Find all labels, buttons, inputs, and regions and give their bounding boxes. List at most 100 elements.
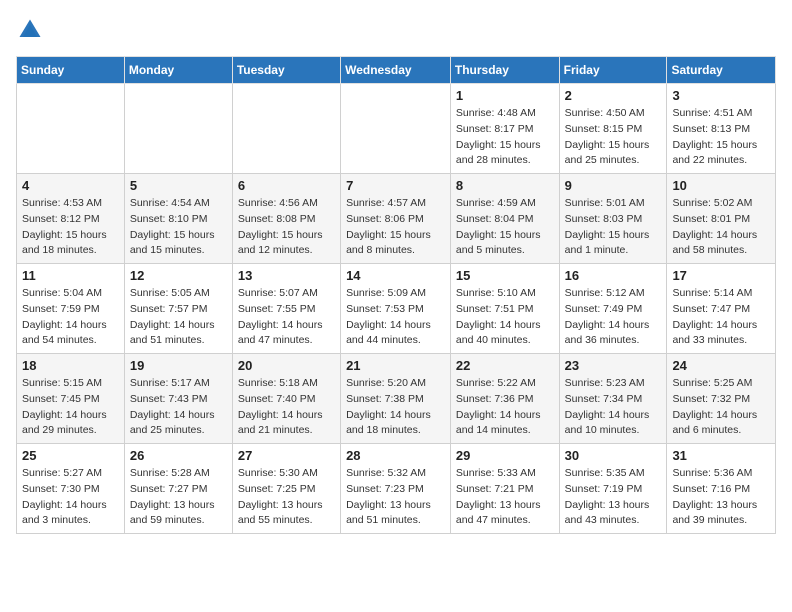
- day-detail: Sunrise: 5:27 AM Sunset: 7:30 PM Dayligh…: [22, 466, 119, 529]
- day-detail: Sunrise: 5:30 AM Sunset: 7:25 PM Dayligh…: [238, 466, 335, 529]
- calendar-cell: 4 Sunrise: 4:53 AM Sunset: 8:12 PM Daylig…: [17, 174, 125, 264]
- day-detail: Sunrise: 4:59 AM Sunset: 8:04 PM Dayligh…: [456, 196, 554, 259]
- calendar-cell: 15 Sunrise: 5:10 AM Sunset: 7:51 PM Dayli…: [450, 264, 559, 354]
- logo: [16, 16, 48, 44]
- day-header-friday: Friday: [559, 57, 667, 84]
- day-detail: Sunrise: 4:51 AM Sunset: 8:13 PM Dayligh…: [672, 106, 770, 169]
- week-row-4: 18 Sunrise: 5:15 AM Sunset: 7:45 PM Dayli…: [17, 354, 776, 444]
- calendar-cell: 6Sunrise: 4:56 AM Sunset: 8:08 PM Daylig…: [232, 174, 340, 264]
- calendar-cell: 9 Sunrise: 5:01 AM Sunset: 8:03 PM Daylig…: [559, 174, 667, 264]
- calendar-cell: 27 Sunrise: 5:30 AM Sunset: 7:25 PM Dayli…: [232, 444, 340, 534]
- day-detail: Sunrise: 5:35 AM Sunset: 7:19 PM Dayligh…: [565, 466, 662, 529]
- day-detail: Sunrise: 4:48 AM Sunset: 8:17 PM Dayligh…: [456, 106, 554, 169]
- day-detail: Sunrise: 5:10 AM Sunset: 7:51 PM Dayligh…: [456, 286, 554, 349]
- day-detail: Sunrise: 5:18 AM Sunset: 7:40 PM Dayligh…: [238, 376, 335, 439]
- calendar-cell: 5Sunrise: 4:54 AM Sunset: 8:10 PM Daylig…: [124, 174, 232, 264]
- calendar-cell: 21 Sunrise: 5:20 AM Sunset: 7:38 PM Dayli…: [341, 354, 451, 444]
- day-detail: Sunrise: 5:14 AM Sunset: 7:47 PM Dayligh…: [672, 286, 770, 349]
- week-row-2: 4 Sunrise: 4:53 AM Sunset: 8:12 PM Daylig…: [17, 174, 776, 264]
- calendar-cell: 3 Sunrise: 4:51 AM Sunset: 8:13 PM Daylig…: [667, 84, 776, 174]
- day-detail: Sunrise: 5:23 AM Sunset: 7:34 PM Dayligh…: [565, 376, 662, 439]
- calendar-cell: 23 Sunrise: 5:23 AM Sunset: 7:34 PM Dayli…: [559, 354, 667, 444]
- day-detail: Sunrise: 4:50 AM Sunset: 8:15 PM Dayligh…: [565, 106, 662, 169]
- calendar-cell: 10Sunrise: 5:02 AM Sunset: 8:01 PM Dayli…: [667, 174, 776, 264]
- logo-icon: [16, 16, 44, 44]
- day-detail: Sunrise: 5:12 AM Sunset: 7:49 PM Dayligh…: [565, 286, 662, 349]
- day-number: 23: [565, 358, 662, 373]
- calendar-cell: 30 Sunrise: 5:35 AM Sunset: 7:19 PM Dayli…: [559, 444, 667, 534]
- day-detail: Sunrise: 5:01 AM Sunset: 8:03 PM Dayligh…: [565, 196, 662, 259]
- calendar-cell: 17 Sunrise: 5:14 AM Sunset: 7:47 PM Dayli…: [667, 264, 776, 354]
- day-detail: Sunrise: 5:04 AM Sunset: 7:59 PM Dayligh…: [22, 286, 119, 349]
- day-header-saturday: Saturday: [667, 57, 776, 84]
- day-detail: Sunrise: 5:22 AM Sunset: 7:36 PM Dayligh…: [456, 376, 554, 439]
- calendar-cell: 29 Sunrise: 5:33 AM Sunset: 7:21 PM Dayli…: [450, 444, 559, 534]
- day-number: 22: [456, 358, 554, 373]
- calendar-table: SundayMondayTuesdayWednesdayThursdayFrid…: [16, 56, 776, 534]
- day-number: 21: [346, 358, 445, 373]
- day-number: 29: [456, 448, 554, 463]
- calendar-cell: 7 Sunrise: 4:57 AM Sunset: 8:06 PM Daylig…: [341, 174, 451, 264]
- day-detail: Sunrise: 5:05 AM Sunset: 7:57 PM Dayligh…: [130, 286, 227, 349]
- calendar-cell: 11 Sunrise: 5:04 AM Sunset: 7:59 PM Dayli…: [17, 264, 125, 354]
- day-header-wednesday: Wednesday: [341, 57, 451, 84]
- calendar-cell: 14 Sunrise: 5:09 AM Sunset: 7:53 PM Dayli…: [341, 264, 451, 354]
- day-detail: Sunrise: 5:36 AM Sunset: 7:16 PM Dayligh…: [672, 466, 770, 529]
- day-header-tuesday: Tuesday: [232, 57, 340, 84]
- calendar-cell: 24Sunrise: 5:25 AM Sunset: 7:32 PM Dayli…: [667, 354, 776, 444]
- calendar-cell: 22 Sunrise: 5:22 AM Sunset: 7:36 PM Dayli…: [450, 354, 559, 444]
- week-row-3: 11 Sunrise: 5:04 AM Sunset: 7:59 PM Dayli…: [17, 264, 776, 354]
- day-number: 5: [130, 178, 227, 193]
- day-header-sunday: Sunday: [17, 57, 125, 84]
- calendar-cell: 19 Sunrise: 5:17 AM Sunset: 7:43 PM Dayli…: [124, 354, 232, 444]
- day-number: 3: [672, 88, 770, 103]
- page-header: [16, 16, 776, 44]
- day-detail: Sunrise: 5:15 AM Sunset: 7:45 PM Dayligh…: [22, 376, 119, 439]
- calendar-cell: 1 Sunrise: 4:48 AM Sunset: 8:17 PM Daylig…: [450, 84, 559, 174]
- day-number: 4: [22, 178, 119, 193]
- day-number: 15: [456, 268, 554, 283]
- day-header-thursday: Thursday: [450, 57, 559, 84]
- calendar-cell: [341, 84, 451, 174]
- day-number: 1: [456, 88, 554, 103]
- calendar-cell: 2Sunrise: 4:50 AM Sunset: 8:15 PM Daylig…: [559, 84, 667, 174]
- day-detail: Sunrise: 4:53 AM Sunset: 8:12 PM Dayligh…: [22, 196, 119, 259]
- calendar-cell: 31Sunrise: 5:36 AM Sunset: 7:16 PM Dayli…: [667, 444, 776, 534]
- day-header-monday: Monday: [124, 57, 232, 84]
- week-row-5: 25 Sunrise: 5:27 AM Sunset: 7:30 PM Dayli…: [17, 444, 776, 534]
- calendar-cell: [17, 84, 125, 174]
- day-number: 19: [130, 358, 227, 373]
- day-number: 17: [672, 268, 770, 283]
- day-detail: Sunrise: 5:09 AM Sunset: 7:53 PM Dayligh…: [346, 286, 445, 349]
- day-number: 14: [346, 268, 445, 283]
- day-number: 7: [346, 178, 445, 193]
- day-detail: Sunrise: 5:02 AM Sunset: 8:01 PM Dayligh…: [672, 196, 770, 259]
- calendar-cell: [124, 84, 232, 174]
- day-number: 20: [238, 358, 335, 373]
- calendar-cell: 16Sunrise: 5:12 AM Sunset: 7:49 PM Dayli…: [559, 264, 667, 354]
- day-number: 18: [22, 358, 119, 373]
- day-number: 11: [22, 268, 119, 283]
- day-detail: Sunrise: 5:07 AM Sunset: 7:55 PM Dayligh…: [238, 286, 335, 349]
- day-detail: Sunrise: 5:32 AM Sunset: 7:23 PM Dayligh…: [346, 466, 445, 529]
- calendar-cell: [232, 84, 340, 174]
- day-detail: Sunrise: 5:20 AM Sunset: 7:38 PM Dayligh…: [346, 376, 445, 439]
- calendar-cell: 28 Sunrise: 5:32 AM Sunset: 7:23 PM Dayli…: [341, 444, 451, 534]
- day-number: 25: [22, 448, 119, 463]
- calendar-cell: 12 Sunrise: 5:05 AM Sunset: 7:57 PM Dayli…: [124, 264, 232, 354]
- day-number: 26: [130, 448, 227, 463]
- day-number: 27: [238, 448, 335, 463]
- day-detail: Sunrise: 4:57 AM Sunset: 8:06 PM Dayligh…: [346, 196, 445, 259]
- calendar-cell: 18 Sunrise: 5:15 AM Sunset: 7:45 PM Dayli…: [17, 354, 125, 444]
- day-detail: Sunrise: 4:56 AM Sunset: 8:08 PM Dayligh…: [238, 196, 335, 259]
- day-number: 28: [346, 448, 445, 463]
- day-number: 13: [238, 268, 335, 283]
- calendar-cell: 25 Sunrise: 5:27 AM Sunset: 7:30 PM Dayli…: [17, 444, 125, 534]
- day-number: 30: [565, 448, 662, 463]
- day-number: 24: [672, 358, 770, 373]
- day-number: 12: [130, 268, 227, 283]
- day-detail: Sunrise: 5:17 AM Sunset: 7:43 PM Dayligh…: [130, 376, 227, 439]
- day-number: 9: [565, 178, 662, 193]
- day-detail: Sunrise: 5:33 AM Sunset: 7:21 PM Dayligh…: [456, 466, 554, 529]
- calendar-cell: 26Sunrise: 5:28 AM Sunset: 7:27 PM Dayli…: [124, 444, 232, 534]
